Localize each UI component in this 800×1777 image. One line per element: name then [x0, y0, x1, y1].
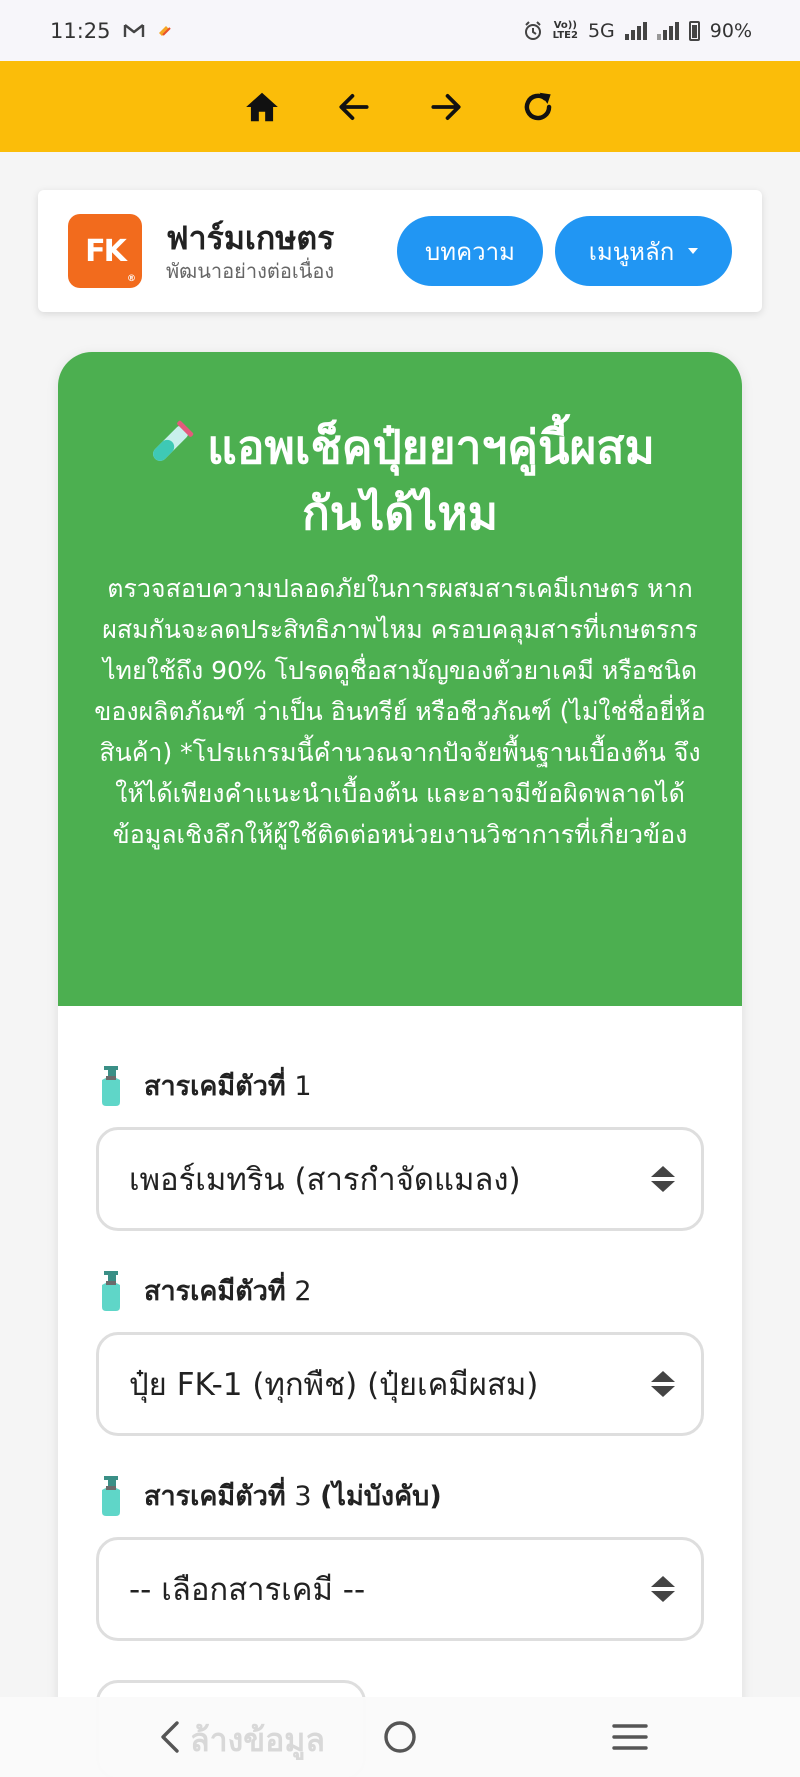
chemical-select-1-value: เพอร์เมทริน (สารกำจัดแมลง) [129, 1162, 521, 1198]
hero-section: แอพเช็คปุ๋ยยาฯคู่นี้ผสม กันได้ไหม ตรวจสอ… [58, 352, 742, 1006]
select-arrows-icon [651, 1166, 675, 1192]
chemical-label-2-num: 2 [285, 1276, 312, 1307]
chevron-left-icon [161, 1721, 179, 1753]
spray-bottle-icon [102, 1475, 120, 1516]
chemical-form: สารเคมีตัวที่ 1 เพอร์เมทริน (สารกำจัดแมล… [58, 1006, 742, 1641]
home-icon [246, 92, 278, 121]
chemical-field-1: สารเคมีตัวที่ 1 เพอร์เมทริน (สารกำจัดแมล… [96, 1064, 704, 1231]
articles-label: บทความ [425, 237, 515, 266]
caret-down-icon [688, 248, 699, 254]
spray-bottle-icon [102, 1065, 120, 1106]
gmail-icon [123, 23, 144, 37]
chemical-select-2[interactable]: ปุ๋ย FK-1 (ทุกพืช) (ปุ๋ยเคมีผสม) [96, 1332, 704, 1436]
site-logo[interactable]: FK ® [68, 214, 142, 288]
chemical-select-1[interactable]: เพอร์เมทริน (สารกำจัดแมลง) [96, 1127, 704, 1231]
chemical-label-3-num: 3 [285, 1481, 321, 1512]
brand-name: ฟาร์มเกษตร [166, 219, 335, 257]
brand-tagline: พัฒนาอย่างต่อเนื่อง [166, 259, 335, 283]
reload-button[interactable] [517, 86, 559, 128]
chemical-label-1: สารเคมีตัวที่ 1 [96, 1064, 704, 1107]
signal-icon [624, 21, 647, 40]
clear-data-label: ล้างข้อมูล [190, 1721, 325, 1759]
network-type: 5G [587, 19, 615, 42]
arrow-left-icon [339, 93, 369, 120]
chemical-label-2-bold: สารเคมีตัวที่ [144, 1276, 286, 1307]
chemical-label-1-num: 1 [285, 1071, 312, 1102]
volte-bottom: LTE2 [552, 29, 578, 41]
main-menu-label: เมนูหลัก [588, 237, 675, 266]
home-button[interactable] [241, 86, 283, 128]
chemical-select-3[interactable]: -- เลือกสารเคมี -- [96, 1537, 704, 1641]
site-header: FK ® ฟาร์มเกษตร พัฒนาอย่างต่อเนื่อง บทคว… [38, 190, 762, 312]
checker-card: แอพเช็คปุ๋ยยาฯคู่นี้ผสม กันได้ไหม ตรวจสอ… [58, 352, 742, 1697]
browser-toolbar [0, 61, 800, 152]
nav-home-button[interactable] [376, 1713, 424, 1761]
reload-icon [524, 92, 552, 120]
battery-level: 90% [709, 19, 752, 42]
signal-icon-2 [656, 21, 679, 40]
back-button[interactable] [333, 86, 375, 128]
brand: ฟาร์มเกษตร พัฒนาอย่างต่อเนื่อง [166, 218, 334, 284]
menu-lines-icon [612, 1724, 648, 1750]
logo-text: FK [85, 233, 127, 269]
test-tube-icon [153, 420, 194, 461]
select-arrows-icon [651, 1371, 675, 1397]
header-buttons: บทความ เมนูหลัก [397, 216, 732, 286]
android-nav-bar: ล้างข้อมูล [0, 1697, 800, 1777]
alarm-icon [524, 20, 541, 40]
hero-title-line1: แอพเช็คปุ๋ยยาฯคู่นี้ผสม [207, 420, 655, 474]
volte-indicator: Vo)) LTE2 [552, 20, 578, 41]
status-time: 11:25 [50, 18, 111, 43]
select-arrows-icon [651, 1576, 675, 1602]
arrow-right-icon [431, 93, 461, 120]
app-notification-icon [158, 25, 171, 36]
articles-button[interactable]: บทความ [397, 216, 543, 286]
main-menu-button[interactable]: เมนูหลัก [555, 216, 732, 286]
chemical-field-3: สารเคมีตัวที่ 3 (ไม่บังคับ) -- เลือกสารเ… [96, 1474, 704, 1641]
spray-bottle-icon [102, 1270, 120, 1311]
hero-description: ตรวจสอบความปลอดภัยในการผสมสารเคมีเกษตร ห… [94, 574, 706, 849]
chemical-field-2: สารเคมีตัวที่ 2 ปุ๋ย FK-1 (ทุกพืช) (ปุ๋ย… [96, 1269, 704, 1436]
battery-icon [688, 20, 700, 41]
hero-title-line2: กันได้ไหม [301, 486, 499, 540]
chemical-select-2-value: ปุ๋ย FK-1 (ทุกพืช) (ปุ๋ยเคมีผสม) [129, 1367, 539, 1403]
nav-back-button[interactable] [146, 1713, 194, 1761]
nav-recents-button[interactable] [606, 1713, 654, 1761]
chemical-label-1-bold: สารเคมีตัวที่ [144, 1071, 286, 1102]
status-bar: 11:25 Vo)) LTE2 5G 90% [0, 0, 800, 61]
circle-home-icon [384, 1721, 416, 1753]
web-page: FK ® ฟาร์มเกษตร พัฒนาอย่างต่อเนื่อง บทคว… [0, 152, 800, 1697]
forward-button[interactable] [425, 86, 467, 128]
chemical-label-3: สารเคมีตัวที่ 3 (ไม่บังคับ) [96, 1474, 704, 1517]
chemical-label-3-bold: สารเคมีตัวที่ [144, 1481, 286, 1512]
hero-title: แอพเช็คปุ๋ยยาฯคู่นี้ผสม กันได้ไหม [88, 414, 712, 546]
chemical-label-3-optional: (ไม่บังคับ) [320, 1481, 442, 1512]
chemical-label-2: สารเคมีตัวที่ 2 [96, 1269, 704, 1312]
chemical-select-3-value: -- เลือกสารเคมี -- [129, 1572, 366, 1608]
logo-reg: ® [127, 274, 136, 284]
